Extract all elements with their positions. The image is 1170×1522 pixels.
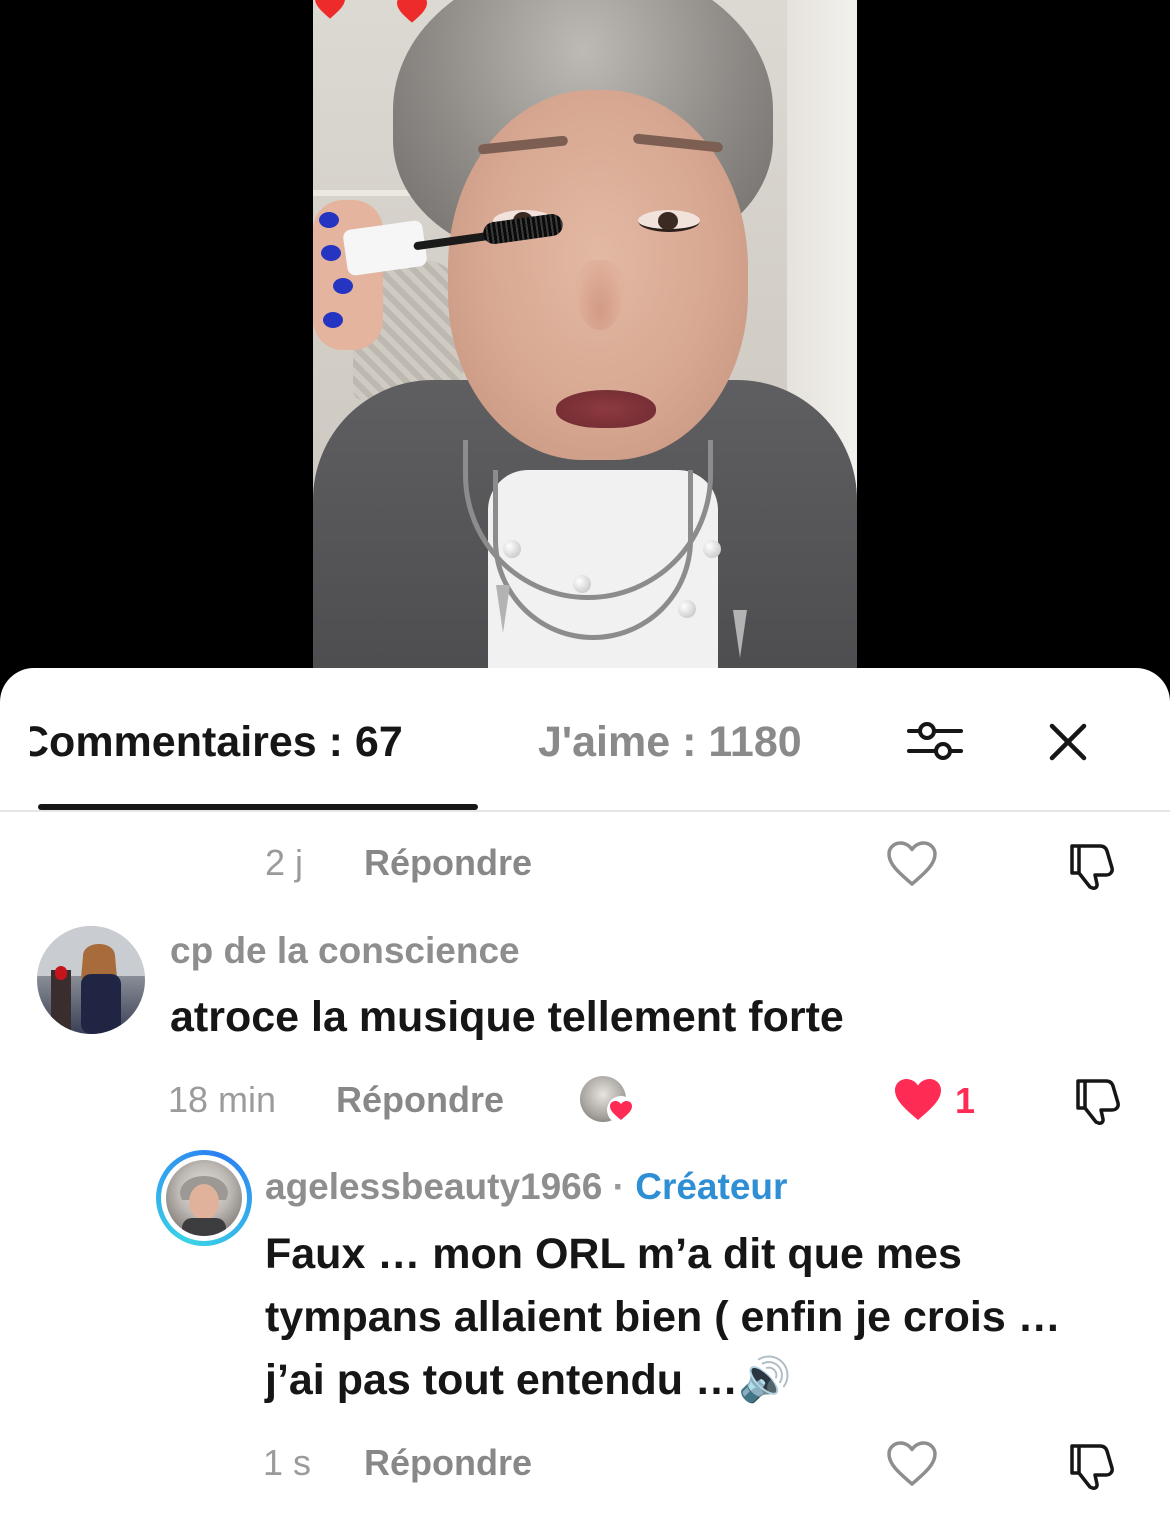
nail <box>333 278 353 294</box>
pearl <box>703 540 721 558</box>
dislike-icon[interactable] <box>1070 1073 1124 1127</box>
spike <box>733 610 747 658</box>
spike <box>496 585 510 633</box>
comments-sheet: Commentaires : 67 J'aime : 1180 2 j Répo… <box>0 668 1170 1522</box>
avatar <box>166 1160 242 1236</box>
reply-text: Faux … mon ORL m’a dit que mes tympans a… <box>265 1230 1061 1404</box>
comment-time: 2 j <box>265 842 304 883</box>
separator-dot: · <box>602 1166 636 1207</box>
close-icon[interactable] <box>1044 718 1092 766</box>
pearl <box>503 540 521 558</box>
heart-icon[interactable] <box>892 1076 944 1124</box>
reply-button[interactable]: Répondre <box>364 1438 532 1488</box>
nail <box>319 212 339 228</box>
like-count: 1 <box>955 1080 976 1121</box>
dislike-icon[interactable] <box>1064 1438 1118 1492</box>
comment-meta: 1 s <box>263 1438 311 1488</box>
comment-text: atroce la musique tellement forte <box>170 993 844 1041</box>
nose <box>576 260 624 330</box>
tab-likes[interactable]: J'aime : 1180 <box>538 718 802 767</box>
eye <box>638 210 700 232</box>
reply-button[interactable]: Répondre <box>336 1075 504 1125</box>
face <box>448 90 748 460</box>
dislike-icon[interactable] <box>1064 838 1118 892</box>
hand <box>313 200 383 350</box>
avatar[interactable] <box>37 926 145 1034</box>
creator-badge: Créateur <box>635 1166 788 1207</box>
nail <box>321 245 341 261</box>
heart-icon <box>395 0 429 24</box>
tab-comments[interactable]: Commentaires : 67 <box>30 718 480 767</box>
heart-icon[interactable] <box>886 840 938 888</box>
reply-username[interactable]: agelessbeauty1966 <box>265 1166 602 1207</box>
reply-button-label: Répondre <box>364 842 533 883</box>
story-ring[interactable] <box>156 1150 252 1246</box>
comment-meta: 2 j <box>265 838 303 888</box>
heart-icon <box>313 0 347 20</box>
tab-bar: Commentaires : 67 J'aime : 1180 <box>0 668 1170 812</box>
comment-time: 1 s <box>263 1442 312 1483</box>
comment-time: 18 min <box>168 1079 277 1120</box>
lips <box>556 390 656 428</box>
reply-username-line: agelessbeauty1966 · Créateur <box>265 1166 787 1208</box>
heart-icon[interactable] <box>886 1440 938 1488</box>
reply-button-label: Répondre <box>364 1442 533 1483</box>
comment-meta: 18 min <box>168 1075 276 1125</box>
active-tab-indicator <box>38 804 478 810</box>
reply-button-label: Répondre <box>336 1079 505 1120</box>
comment-username[interactable]: cp de la conscience <box>170 930 520 972</box>
tab-comments-label: Commentaires : 67 <box>30 718 403 766</box>
reply-button[interactable]: Répondre <box>364 838 532 888</box>
pearl <box>573 575 591 593</box>
video-frame[interactable] <box>313 0 857 680</box>
video-player[interactable] <box>0 0 1170 680</box>
filter-icon[interactable] <box>905 716 965 766</box>
heart-icon <box>606 1096 636 1124</box>
nail <box>323 312 343 328</box>
pearl <box>678 600 696 618</box>
